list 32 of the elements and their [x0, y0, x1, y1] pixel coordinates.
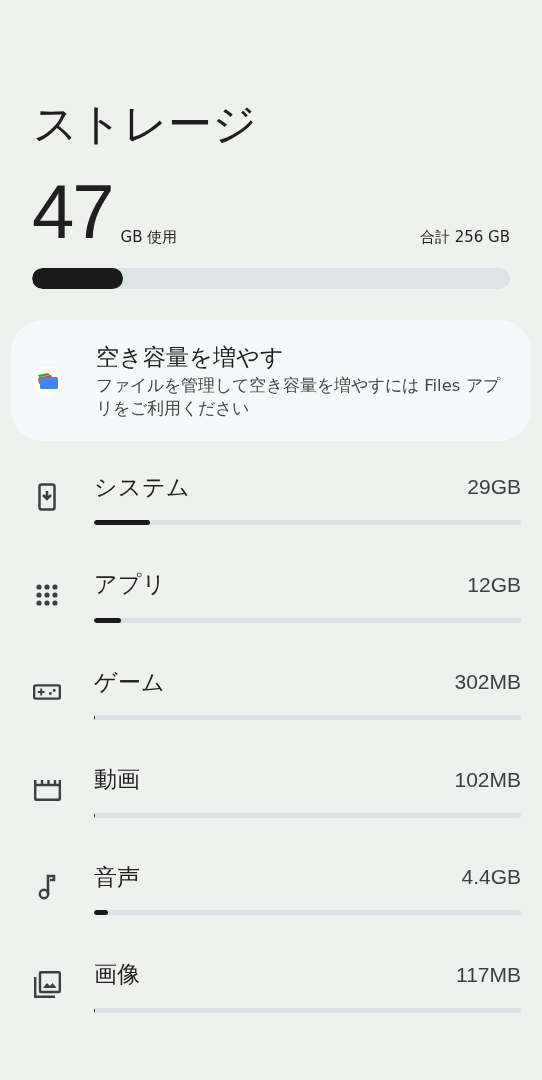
category-size: 4.4GB: [461, 864, 521, 891]
category-name: 動画: [94, 765, 140, 795]
category-name: 画像: [94, 960, 140, 990]
category-name: 音声: [94, 862, 140, 892]
category-size: 12GB: [467, 571, 521, 598]
music-note-icon: [38, 874, 56, 900]
category-size: 102MB: [454, 766, 521, 793]
storage-category-row[interactable]: 画像 117MB: [0, 954, 542, 1052]
gamepad-icon: [33, 684, 61, 700]
free-up-space-card[interactable]: 空き容量を増やす ファイルを管理して空き容量を増やすには Files アプリをご利用ください: [11, 320, 531, 441]
clapperboard-icon: [33, 778, 61, 801]
category-name: システム: [94, 472, 190, 502]
storage-category-row[interactable]: 音声 4.4GB: [0, 857, 542, 955]
total-capacity: 合計 256 GB: [419, 226, 510, 248]
storage-category-row[interactable]: 動画 102MB: [0, 759, 542, 857]
used-unit: GB 使用: [120, 226, 178, 248]
used-amount: 47: [32, 174, 113, 250]
storage-category-row[interactable]: ゲーム 302MB: [0, 662, 542, 760]
card-title: 空き容量を増やす: [96, 343, 285, 372]
photo-library-icon: [33, 971, 61, 998]
files-app-icon: [37, 371, 59, 390]
card-description: ファイルを管理して空き容量を増やすには Files アプリをご利用ください: [96, 375, 502, 420]
category-size: 302MB: [454, 669, 521, 696]
grid-dots-icon: [36, 583, 58, 606]
storage-category-row[interactable]: システム 29GB: [0, 467, 542, 565]
phone-download-icon: [38, 483, 56, 511]
category-name: ゲーム: [94, 667, 165, 697]
category-size: 29GB: [467, 474, 521, 501]
category-size: 117MB: [456, 961, 521, 988]
storage-category-row[interactable]: アプリ 12GB: [0, 564, 542, 662]
category-name: アプリ: [94, 570, 166, 600]
page-title: ストレージ: [33, 97, 258, 151]
